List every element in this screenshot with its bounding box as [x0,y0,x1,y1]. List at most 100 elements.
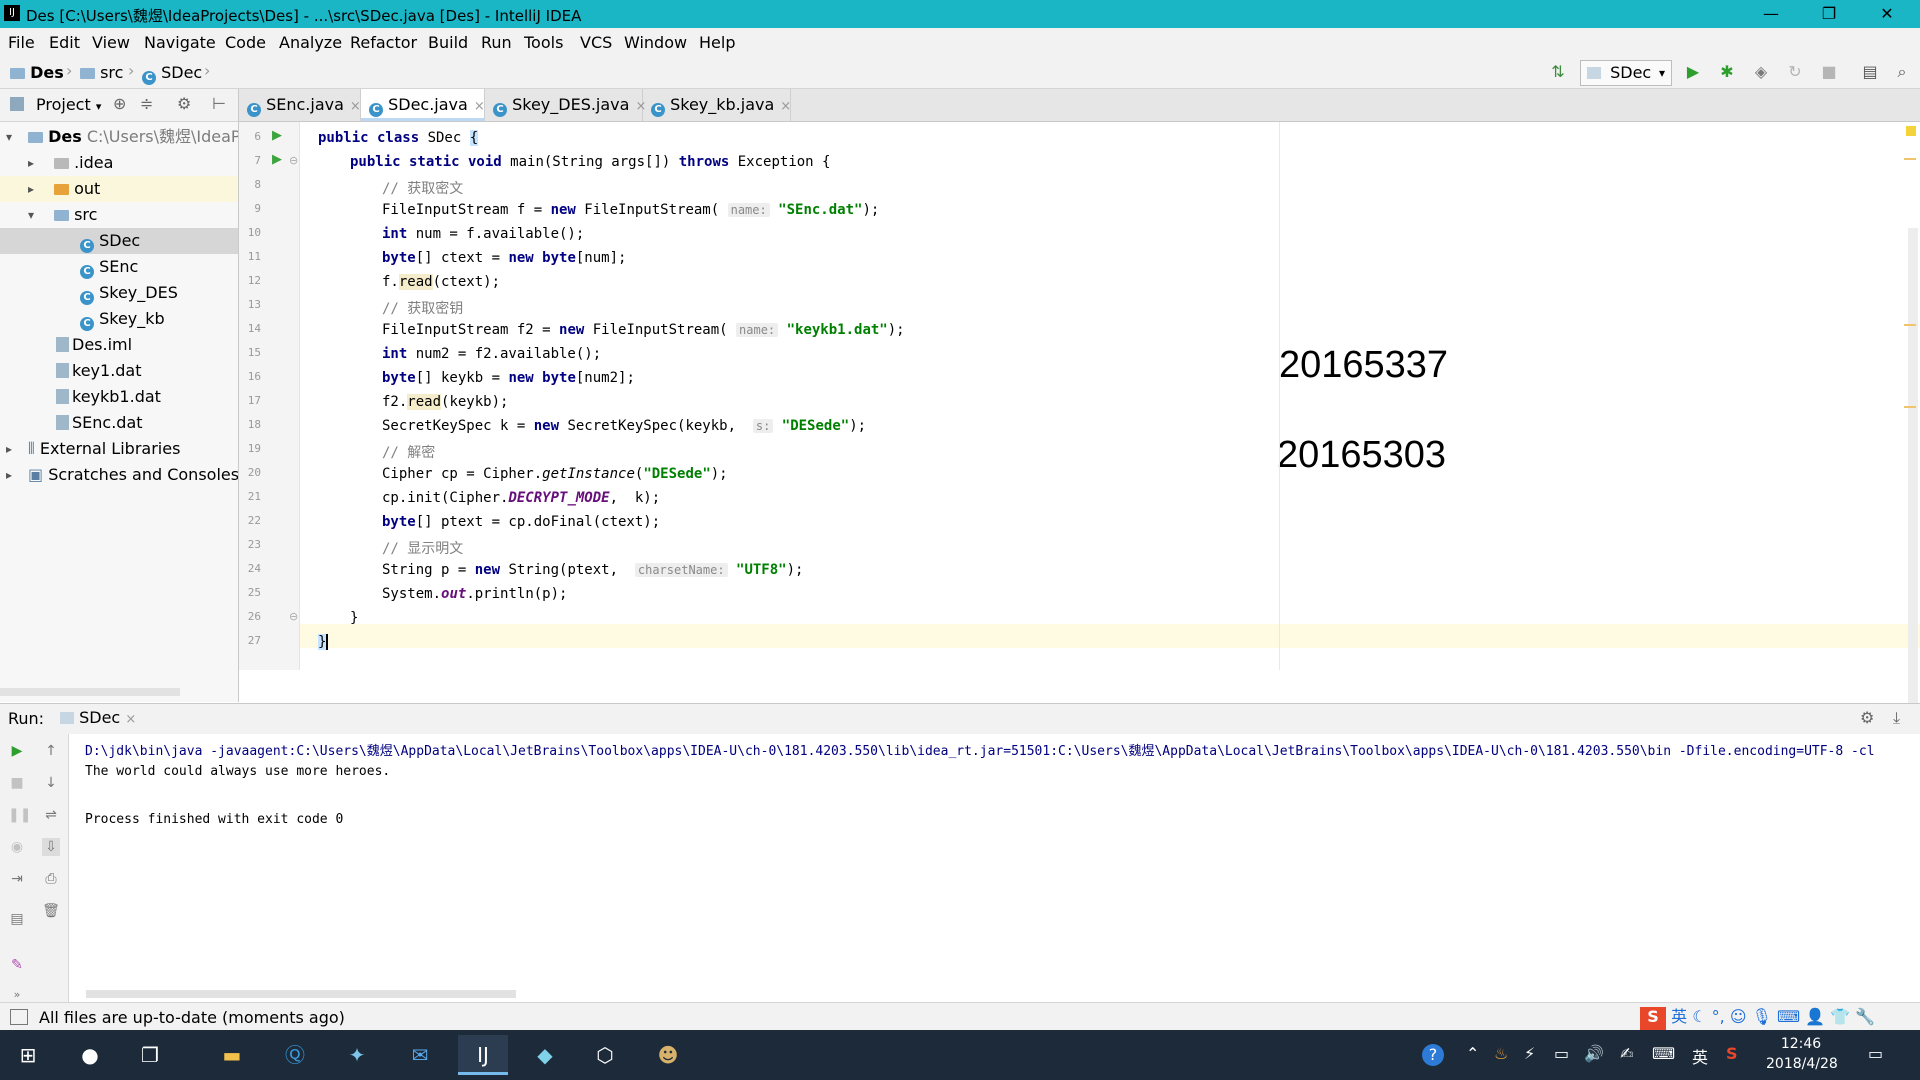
tree-item-external-libraries[interactable]: ▸ ⫴ External Libraries [0,436,238,462]
project-structure-icon[interactable]: ▤ [1860,62,1880,82]
close-tab-icon[interactable]: × [125,712,136,727]
hide-panel-icon[interactable]: ⊢ [212,94,226,113]
run-config-select[interactable]: SDec ▾ [1580,60,1672,86]
menu-vcs[interactable]: VCS [580,33,612,52]
inspection-status-icon[interactable] [1906,126,1916,136]
pin-icon[interactable]: ✎ [8,956,26,974]
tree-item-project-root[interactable]: ▾ Des C:\Users\魏煜\IdeaPro [0,124,238,150]
app-icon[interactable]: ☻ [648,1035,688,1075]
dump-threads-icon[interactable]: ◉ [8,838,26,856]
app-icon[interactable]: ◆ [525,1035,565,1075]
menu-window[interactable]: Window [624,33,687,52]
soft-wrap-icon[interactable]: ⇌ [42,806,60,824]
sogou-logo-icon[interactable]: S [1640,1007,1666,1031]
tree-item-skey-kb[interactable]: C Skey_kb [0,306,238,332]
run-main-gutter-icon[interactable]: ▶ [272,152,282,167]
scroll-to-end-icon[interactable]: ⇩ [42,838,60,856]
vertical-scrollbar[interactable] [1908,228,1918,728]
chevron-up-icon[interactable]: ⌃ [1466,1044,1479,1063]
clock-date[interactable]: 2018/4/28 [1766,1056,1838,1072]
help-icon[interactable]: ? [1422,1044,1444,1066]
emoji-icon[interactable]: ☺ [1730,1007,1747,1026]
run-tab-sdec[interactable]: SDec × [60,708,136,727]
horizontal-scrollbar[interactable] [0,688,180,696]
menu-code[interactable]: Code [225,33,266,52]
tree-item-sdec[interactable]: C SDec [0,228,238,254]
gear-icon[interactable]: ⚙ [177,94,191,113]
user-icon[interactable]: 👤 [1805,1007,1825,1026]
menu-refactor[interactable]: Refactor [350,33,417,52]
up-arrow-icon[interactable]: ↑ [42,742,60,760]
skin-icon[interactable]: 👕 [1830,1007,1850,1026]
tree-item-senc-dat[interactable]: SEnc.dat [0,410,238,436]
expand-arrow-icon[interactable]: ▸ [28,150,34,176]
project-view-select[interactable]: Project ▾ [36,95,101,114]
tree-item-src[interactable]: ▾ src [0,202,238,228]
tray-app-icon[interactable]: ♨ [1494,1044,1508,1063]
close-tab-icon[interactable]: × [350,99,361,114]
menu-help[interactable]: Help [699,33,735,52]
restore-icon[interactable]: ❐ [1806,2,1852,26]
pause-icon[interactable]: ❚❚ [8,806,31,824]
file-explorer-icon[interactable]: ▬ [212,1035,252,1075]
volume-icon[interactable]: 🔊 [1584,1044,1604,1063]
gear-icon[interactable]: ⚙ [1860,708,1874,727]
run-class-gutter-icon[interactable]: ▶ [272,128,282,143]
ime-language[interactable]: 英 [1671,1007,1687,1026]
moon-icon[interactable]: ☾ [1692,1007,1706,1026]
menu-view[interactable]: View [92,33,130,52]
rerun-icon[interactable]: ▶ [8,742,26,760]
trash-icon[interactable]: 🗑 [42,902,60,920]
close-tab-icon[interactable]: × [780,99,791,114]
status-panel-icon[interactable] [10,1009,28,1025]
coverage-icon[interactable]: ◈ [1751,62,1771,82]
code-editor[interactable]: public class SDec { public static void m… [300,122,1920,728]
expand-arrow-icon[interactable]: ▾ [28,202,34,228]
cortana-icon[interactable]: ● [70,1035,110,1075]
editor-gutter[interactable]: 6 7 8 9 10 11 12 13 14 15 16 17 18 19 20… [239,122,300,670]
debug-icon[interactable]: ✱ [1717,62,1737,82]
tab-skey-kb[interactable]: C Skey_kb.java × [643,89,791,121]
tree-item-senc[interactable]: C SEnc [0,254,238,280]
tree-item-skey-des[interactable]: C Skey_DES [0,280,238,306]
pen-icon[interactable]: ✍ [1620,1044,1633,1063]
wrench-icon[interactable]: 🔧 [1855,1007,1875,1026]
tab-skey-des[interactable]: C Skey_DES.java × [485,89,646,121]
tab-senc[interactable]: C SEnc.java × [239,89,361,121]
app-icon[interactable]: ✦ [337,1035,377,1075]
stop-icon[interactable]: ■ [8,774,26,792]
close-tab-icon[interactable]: × [474,99,485,114]
exit-icon[interactable]: ⇥ [8,870,26,888]
battery-icon[interactable]: ▭ [1554,1044,1569,1063]
punctuation-icon[interactable]: °, [1712,1007,1725,1026]
tree-item-key1-dat[interactable]: key1.dat [0,358,238,384]
ime-language-indicator[interactable]: 英 [1692,1044,1708,1068]
locate-icon[interactable]: ⊕ [113,94,126,113]
minimize-icon[interactable]: — [1748,2,1794,26]
horizontal-scrollbar[interactable] [86,990,516,998]
menu-file[interactable]: File [8,33,35,52]
breadcrumb-file[interactable]: C SDec [142,63,202,85]
intellij-taskbar-icon[interactable]: IJ [458,1035,508,1075]
expand-arrow-icon[interactable]: ▸ [6,462,12,488]
stop-icon[interactable]: ■ [1819,62,1839,82]
tree-item-scratches[interactable]: ▸ ▣ Scratches and Consoles [0,462,238,488]
hide-panel-icon[interactable]: ⤓ [1893,708,1900,728]
menu-tools[interactable]: Tools [524,33,563,52]
menu-analyze[interactable]: Analyze [279,33,342,52]
virtualbox-icon[interactable]: ⬡ [585,1035,625,1075]
menu-run[interactable]: Run [481,33,512,52]
collapse-icon[interactable]: ≑ [140,94,153,113]
down-arrow-icon[interactable]: ↓ [42,774,60,792]
windows-start-icon[interactable]: ⊞ [8,1035,48,1075]
mic-icon[interactable]: 🎙 [1752,1007,1772,1026]
breadcrumb-project[interactable]: Des [10,63,64,82]
keyboard-icon[interactable]: ⌨ [1777,1007,1800,1026]
mail-icon[interactable]: ✉ [400,1035,440,1075]
tree-item-keykb1-dat[interactable]: keykb1.dat [0,384,238,410]
expand-arrow-icon[interactable]: ▾ [6,124,12,150]
fold-icon[interactable]: ⊖ [289,154,298,167]
error-stripe-mark[interactable] [1904,158,1916,160]
fold-icon[interactable]: ⊖ [289,610,298,623]
profile-icon[interactable]: ↻ [1785,62,1805,82]
